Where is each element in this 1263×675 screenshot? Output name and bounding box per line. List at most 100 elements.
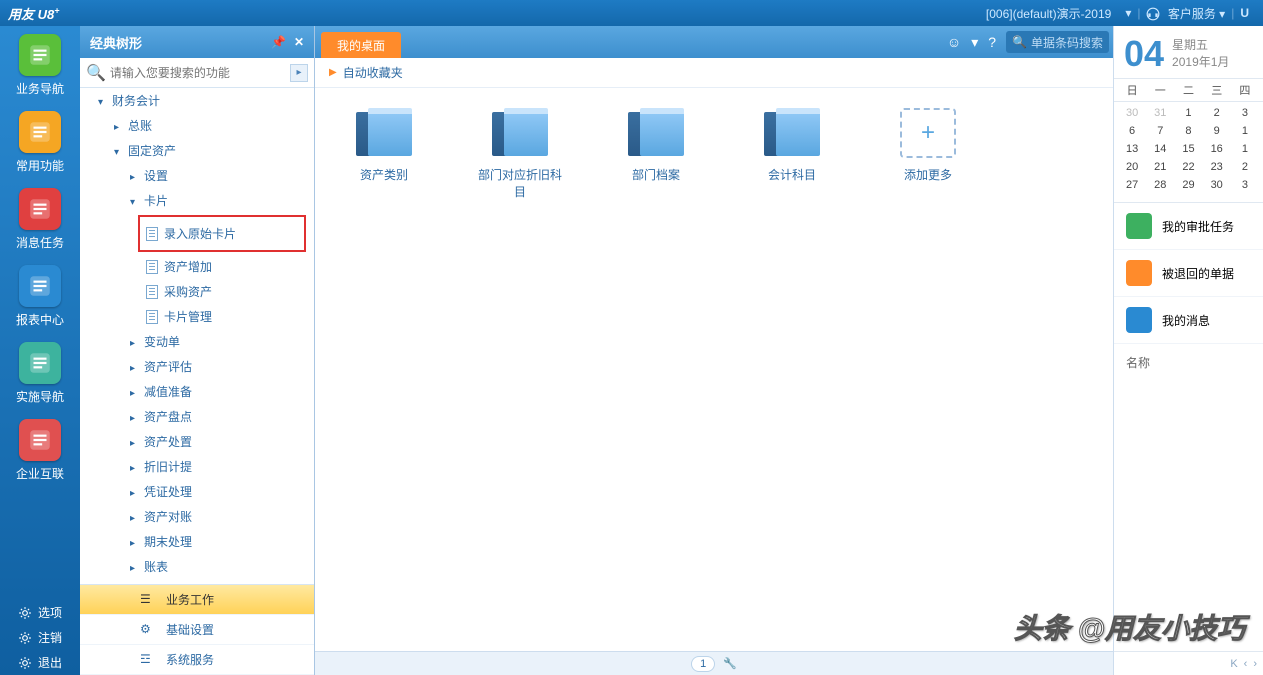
rail-icon (19, 419, 61, 461)
name-column-label: 名称 (1114, 344, 1263, 381)
task-label: 我的审批任务 (1162, 218, 1234, 235)
cal-cell[interactable]: 30 (1203, 176, 1231, 194)
rail-item-0[interactable]: 业务导航 (9, 34, 71, 97)
yearmonth-label: 2019年1月 (1172, 54, 1229, 71)
tree-node-sub-3[interactable]: ▸资产盘点 (80, 404, 314, 429)
rail-bottom-0[interactable]: 选项 (10, 600, 70, 625)
pin-icon[interactable]: 📌 (271, 35, 286, 49)
u8-menu-button[interactable]: U (1240, 6, 1249, 20)
desktop-grid: 资产类别 部门对应折旧科目 部门档案 会计科目 + 添加更多 (315, 88, 1113, 651)
rail-bottom-2[interactable]: 退出 (10, 650, 70, 675)
tree-node-card[interactable]: ▾卡片 (80, 188, 314, 213)
tree-node-sub-0[interactable]: ▸变动单 (80, 329, 314, 354)
dow-cell: 一 (1146, 82, 1174, 98)
desktop-item-3[interactable]: 会计科目 (747, 108, 837, 200)
tree-node-sub-1[interactable]: ▸资产评估 (80, 354, 314, 379)
cal-cell[interactable]: 7 (1146, 122, 1174, 140)
page-number[interactable]: 1 (691, 656, 715, 672)
gear-icon: ⚙ (140, 622, 156, 638)
env-dropdown-icon[interactable]: ▾ (1125, 6, 1131, 20)
cal-cell[interactable]: 28 (1146, 176, 1174, 194)
gear-icon (18, 631, 32, 645)
cal-cell[interactable]: 1 (1231, 122, 1259, 140)
desktop-item-1[interactable]: 部门对应折旧科目 (475, 108, 565, 200)
smile-icon[interactable]: ☺ (947, 34, 961, 50)
cal-cell[interactable]: 1 (1231, 140, 1259, 158)
tree-node-purchase-asset[interactable]: 采购资产 (80, 279, 314, 304)
barcode-search-placeholder: 单据条码搜索 (1031, 34, 1103, 51)
cal-cell[interactable]: 21 (1146, 158, 1174, 176)
cal-cell[interactable]: 31 (1146, 104, 1174, 122)
cal-cell[interactable]: 9 (1203, 122, 1231, 140)
cal-cell[interactable]: 27 (1118, 176, 1146, 194)
tree-node-settings[interactable]: ▸设置 (80, 163, 314, 188)
search-go-button[interactable]: ▸ (290, 64, 308, 82)
plus-icon: + (900, 108, 956, 158)
rail-bottom-label: 退出 (38, 654, 62, 671)
cal-cell[interactable]: 14 (1146, 140, 1174, 158)
task-item-2[interactable]: 我的消息 (1114, 297, 1263, 344)
cal-cell[interactable]: 3 (1231, 176, 1259, 194)
help-icon[interactable]: ? (988, 34, 996, 50)
cal-cell[interactable]: 22 (1174, 158, 1202, 176)
tree-node-sub-8[interactable]: ▸期末处理 (80, 529, 314, 554)
tree-node-card-manage[interactable]: 卡片管理 (80, 304, 314, 329)
rail-item-5[interactable]: 企业互联 (9, 419, 71, 482)
tree-node-finance[interactable]: ▾财务会计 (80, 88, 314, 113)
headset-icon (1146, 7, 1160, 21)
tree-node-asset-add[interactable]: 资产增加 (80, 254, 314, 279)
cal-cell[interactable]: 2 (1231, 158, 1259, 176)
barcode-search[interactable]: 🔍 单据条码搜索 (1006, 31, 1109, 53)
prev-icon[interactable]: ‹ (1244, 658, 1248, 670)
cal-cell[interactable]: 23 (1203, 158, 1231, 176)
auto-favorites-bar[interactable]: ▶ 自动收藏夹 (315, 58, 1113, 88)
center-topbar: 我的桌面 ☺ ▾ ? 🔍 单据条码搜索 (315, 26, 1113, 58)
rail-item-4[interactable]: 实施导航 (9, 342, 71, 405)
tree-node-sub-9[interactable]: ▸账表 (80, 554, 314, 579)
cal-cell[interactable]: 20 (1118, 158, 1146, 176)
tree-node-sub-4[interactable]: ▸资产处置 (80, 429, 314, 454)
tree-node-general-ledger[interactable]: ▸总账 (80, 113, 314, 138)
task-item-1[interactable]: 被退回的单据 (1114, 250, 1263, 297)
rail-item-2[interactable]: 消息任务 (9, 188, 71, 251)
tree-node-sub-7[interactable]: ▸资产对账 (80, 504, 314, 529)
rail-label: 业务导航 (16, 80, 64, 97)
desktop-item-0[interactable]: 资产类别 (339, 108, 429, 200)
search-icon: 🔍 (1012, 35, 1027, 49)
cal-cell[interactable]: 8 (1174, 122, 1202, 140)
rail-item-3[interactable]: 报表中心 (9, 265, 71, 328)
add-more-button[interactable]: + 添加更多 (883, 108, 973, 200)
footer-tab-system[interactable]: ☲系统服务 (80, 645, 314, 675)
tree-node-sub-2[interactable]: ▸减值准备 (80, 379, 314, 404)
desktop-item-2[interactable]: 部门档案 (611, 108, 701, 200)
customer-service-link[interactable]: 客户服务 ▾ (1146, 5, 1225, 22)
next-icon[interactable]: › (1253, 658, 1257, 670)
tree-search-input[interactable] (110, 66, 290, 80)
cal-cell[interactable]: 6 (1118, 122, 1146, 140)
task-icon (1126, 213, 1152, 239)
wrench-icon[interactable]: 🔧 (723, 657, 737, 670)
cal-cell[interactable]: 15 (1174, 140, 1202, 158)
tree-node-highlighted[interactable]: 录入原始卡片 (138, 215, 306, 252)
cal-cell[interactable]: 30 (1118, 104, 1146, 122)
cal-cell[interactable]: 1 (1174, 104, 1202, 122)
cal-cell[interactable]: 16 (1203, 140, 1231, 158)
cal-cell[interactable]: 29 (1174, 176, 1202, 194)
close-icon[interactable]: ✕ (294, 35, 304, 49)
cal-cell[interactable]: 13 (1118, 140, 1146, 158)
rail-bottom-1[interactable]: 注销 (10, 625, 70, 650)
rail-item-1[interactable]: 常用功能 (9, 111, 71, 174)
footer-tab-basic[interactable]: ⚙基础设置 (80, 615, 314, 645)
tree-node-fixed-assets[interactable]: ▾固定资产 (80, 138, 314, 163)
doc-icon (146, 227, 158, 241)
cal-cell[interactable]: 3 (1231, 104, 1259, 122)
task-item-0[interactable]: 我的审批任务 (1114, 203, 1263, 250)
tree-node-sub-6[interactable]: ▸凭证处理 (80, 479, 314, 504)
desktop-tab[interactable]: 我的桌面 (321, 32, 401, 58)
k-label: K (1230, 658, 1237, 670)
tree-node-sub-5[interactable]: ▸折旧计提 (80, 454, 314, 479)
dropdown-icon[interactable]: ▾ (971, 34, 978, 51)
cal-cell[interactable]: 2 (1203, 104, 1231, 122)
rail-label: 企业互联 (16, 465, 64, 482)
footer-tab-business[interactable]: ☰业务工作 (80, 585, 314, 615)
